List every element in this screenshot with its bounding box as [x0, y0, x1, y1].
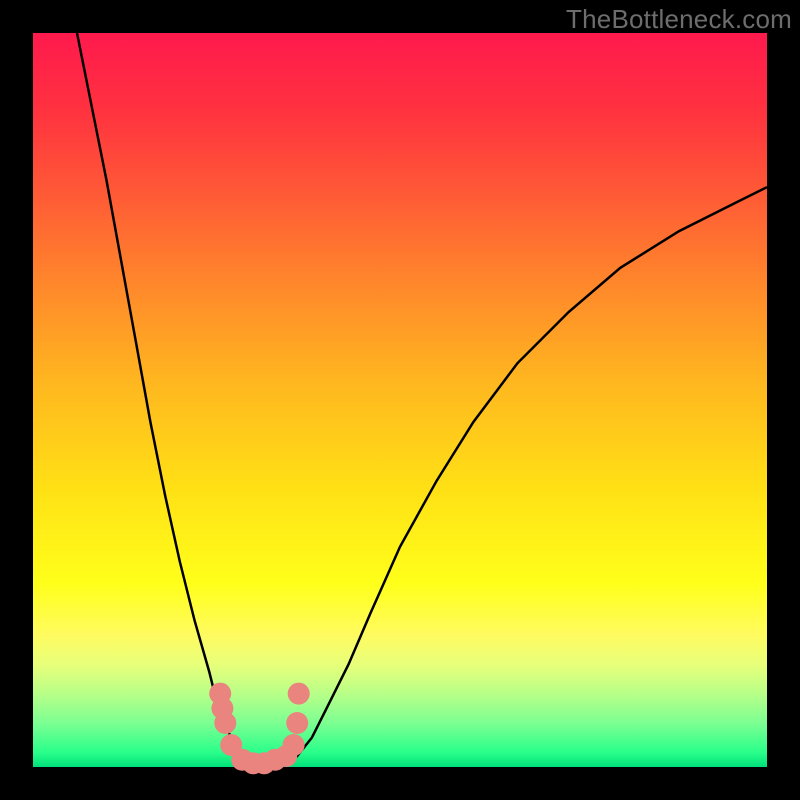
highlight-dot: [288, 683, 310, 705]
chart-stage: TheBottleneck.com: [0, 0, 800, 800]
highlight-dot: [286, 712, 308, 734]
curve-layer: [33, 33, 767, 767]
curve-right: [290, 187, 767, 763]
watermark-text: TheBottleneck.com: [566, 4, 792, 35]
curve-left: [77, 33, 250, 763]
highlight-markers: [209, 683, 310, 775]
highlight-dot: [214, 712, 236, 734]
highlight-dot: [283, 734, 305, 756]
plot-area: [33, 33, 767, 767]
